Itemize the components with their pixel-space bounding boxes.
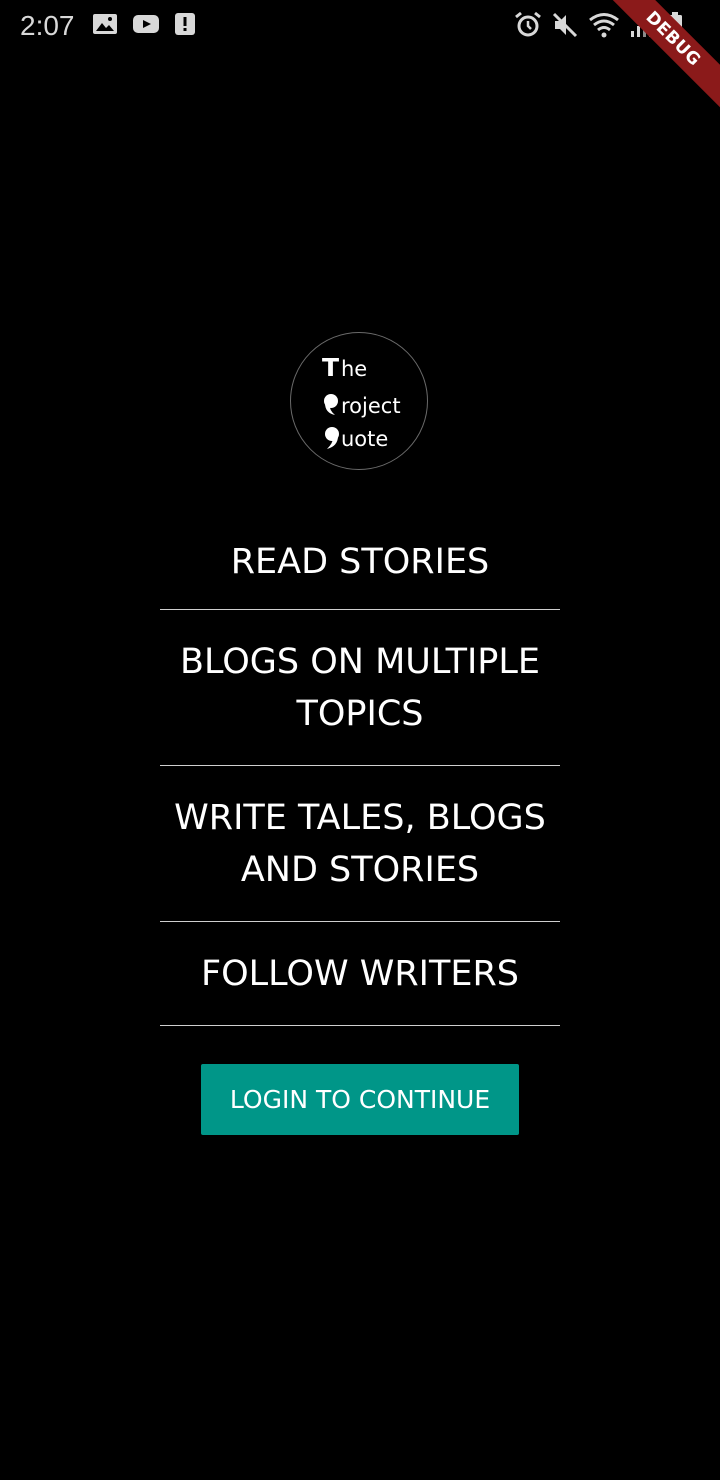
mute-icon	[552, 11, 578, 39]
status-left-icons	[92, 12, 196, 36]
logo-line-1: The	[322, 355, 367, 382]
alarm-icon	[514, 11, 542, 39]
alert-icon	[174, 12, 196, 36]
status-time: 2:07	[20, 10, 75, 41]
logo-line-3: uote	[322, 426, 388, 452]
youtube-icon	[132, 12, 160, 36]
logo-line-2: roject	[322, 393, 401, 419]
feature-read-stories: READ STORIES	[160, 516, 560, 610]
feature-list: READ STORIES BLOGS ON MULTIPLE TOPICS WR…	[160, 516, 560, 1026]
app-logo: The roject uote	[290, 332, 428, 470]
feature-write: WRITE TALES, BLOGS AND STORIES	[160, 766, 560, 922]
login-button[interactable]: LOGIN TO CONTINUE	[201, 1064, 519, 1135]
logo-initial: T	[322, 353, 340, 382]
open-quote-icon	[322, 393, 341, 417]
logo-word-1: he	[341, 357, 368, 381]
logo-word-2: roject	[341, 394, 401, 418]
image-icon	[92, 12, 118, 36]
feature-blogs: BLOGS ON MULTIPLE TOPICS	[160, 610, 560, 766]
debug-banner-label: DEBUG	[602, 0, 720, 110]
feature-follow-writers: FOLLOW WRITERS	[160, 922, 560, 1026]
logo-word-3: uote	[341, 427, 389, 451]
debug-banner: DEBUG	[600, 0, 720, 120]
close-quote-icon	[322, 426, 341, 450]
